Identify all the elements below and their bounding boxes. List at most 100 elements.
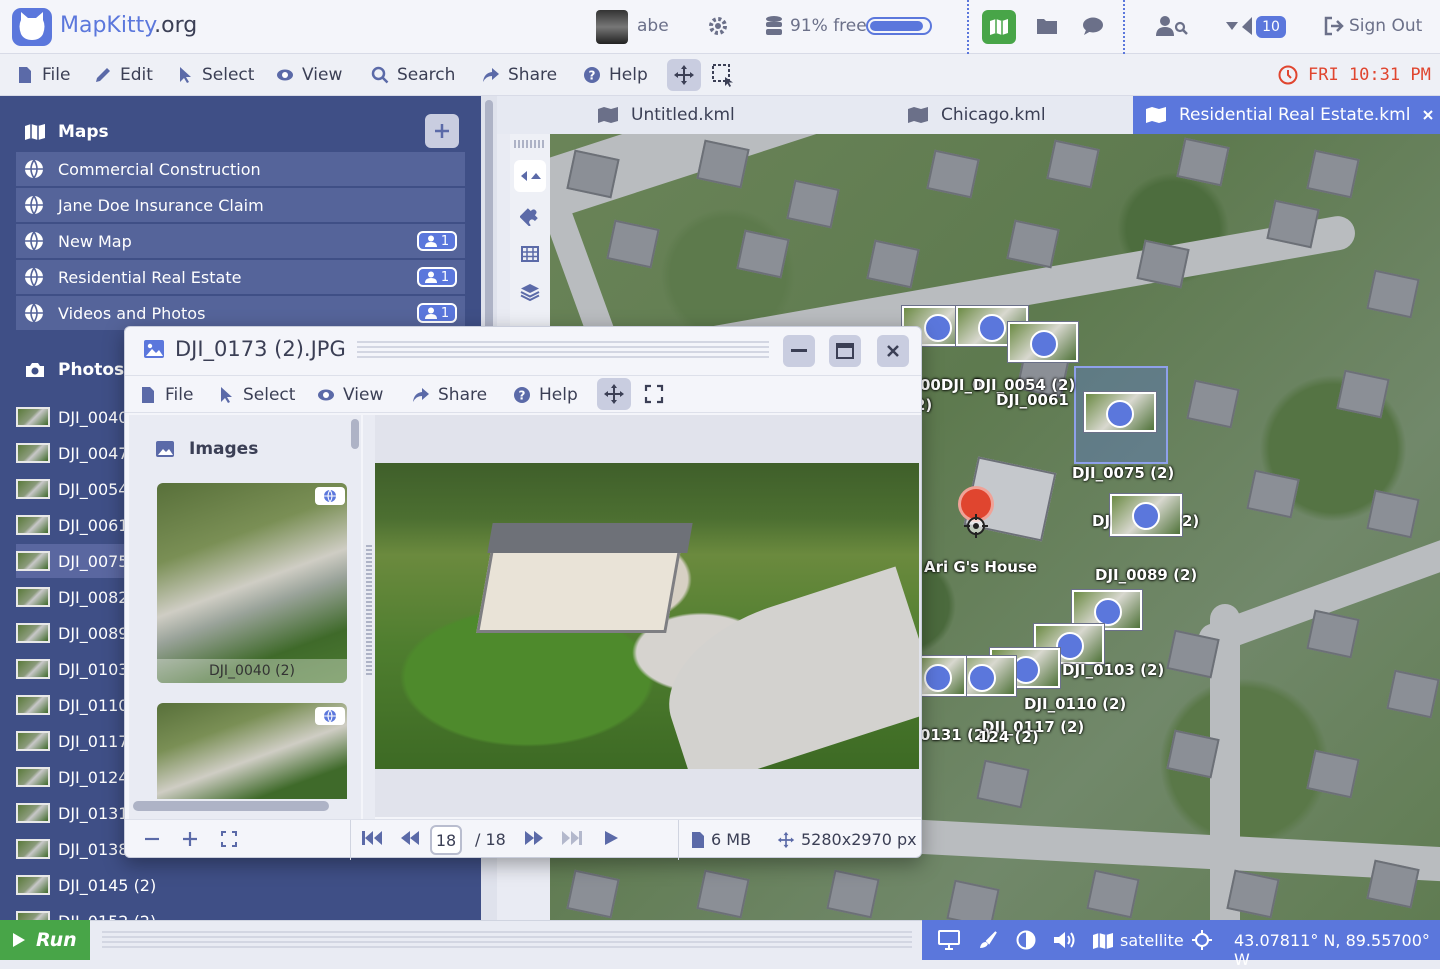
photo-marker-selected[interactable]	[1084, 392, 1156, 432]
tab-residential-real-estate[interactable]: Residential Real Estate.kml	[1133, 96, 1440, 134]
pan-tool-button[interactable]	[667, 59, 701, 91]
layers-icon[interactable]	[520, 282, 540, 302]
folder-icon[interactable]	[1036, 16, 1058, 36]
sidebar-scroll-thumb[interactable]	[485, 100, 493, 330]
crosshair-icon[interactable]	[964, 514, 988, 538]
image-dimensions-text: 5280x2970 px	[801, 830, 917, 849]
grid-icon[interactable]	[520, 244, 540, 264]
crosshair-icon[interactable]	[1192, 930, 1212, 950]
cat-logo-icon[interactable]	[12, 8, 52, 46]
globe-icon	[25, 267, 43, 287]
collapse-toggle[interactable]	[514, 160, 546, 192]
window-menu-view[interactable]: View	[317, 384, 383, 406]
maximize-button[interactable]	[829, 335, 861, 367]
sign-out-link[interactable]: Sign Out	[1349, 16, 1422, 36]
notification-count[interactable]: 10	[1256, 16, 1286, 38]
tab-label: Residential Real Estate.kml	[1179, 105, 1411, 125]
house	[976, 759, 1030, 809]
console-drag-grip[interactable]	[102, 931, 912, 951]
image-thumbnail[interactable]: DJI_0040 (2)	[157, 483, 347, 683]
image-thumbnail[interactable]	[157, 703, 347, 799]
sidebar-map-item[interactable]: New Map 1	[16, 224, 465, 258]
menu-edit[interactable]: Edit	[94, 64, 153, 86]
tab-untitled[interactable]: Untitled.kml	[597, 96, 735, 134]
previous-image-button[interactable]	[399, 830, 421, 846]
window-title[interactable]: DJI_0173 (2).JPG	[143, 337, 346, 361]
sidebar-map-item[interactable]: Commercial Construction	[16, 152, 465, 186]
marquee-icon	[712, 64, 733, 87]
window-menu-help[interactable]: ? Help	[513, 384, 578, 406]
marquee-select-button[interactable]	[706, 59, 740, 91]
map-label[interactable]: DJI_0089 (2)	[1095, 566, 1197, 584]
first-image-button[interactable]	[361, 830, 383, 846]
map-label[interactable]: DJI_0110 (2)	[1024, 695, 1126, 713]
tab-label: Chicago.kml	[941, 105, 1046, 125]
run-label: Run	[36, 929, 77, 951]
sidebar-photo-item[interactable]: DJI_0145 (2)	[16, 868, 465, 902]
photo-marker[interactable]	[1110, 494, 1182, 536]
page-number-input[interactable]	[430, 825, 462, 855]
brush-icon[interactable]	[978, 930, 998, 950]
contrast-icon[interactable]	[1016, 930, 1036, 950]
last-image-button[interactable]	[561, 830, 583, 846]
map-label[interactable]: 2)	[1182, 512, 1199, 530]
photo-thumbnail	[16, 515, 50, 535]
window-menu-select[interactable]: Select	[217, 384, 295, 406]
gear-icon[interactable]	[707, 15, 729, 37]
fit-button[interactable]	[220, 830, 238, 848]
image-viewer[interactable]	[375, 415, 921, 817]
images-hscroll-thumb[interactable]	[133, 801, 329, 811]
menu-search[interactable]: Search	[371, 64, 455, 86]
menu-select[interactable]: Select	[176, 64, 254, 86]
map-label[interactable]: DJI_0061	[996, 391, 1069, 409]
drag-handle[interactable]	[514, 140, 546, 148]
puzzle-icon[interactable]	[520, 206, 540, 226]
window-fit-button[interactable]	[637, 378, 671, 410]
basemap-toggle[interactable]: satellite	[1092, 931, 1184, 950]
run-button[interactable]: Run	[0, 920, 90, 960]
minimize-button[interactable]	[783, 335, 815, 367]
close-icon[interactable]	[1422, 109, 1434, 121]
map-icon	[25, 124, 45, 140]
window-pan-button[interactable]	[597, 378, 631, 410]
chevron-down-icon[interactable]	[1226, 22, 1238, 30]
window-menu-file[interactable]: File	[139, 384, 193, 406]
house	[1186, 379, 1240, 429]
menu-share[interactable]: Share	[482, 64, 557, 86]
brand-name[interactable]: MapKitty.org	[60, 13, 197, 38]
menu-help[interactable]: ? Help	[583, 64, 648, 86]
volume-icon[interactable]	[1052, 930, 1078, 950]
close-window-button[interactable]	[877, 335, 909, 367]
next-image-button[interactable]	[523, 830, 545, 846]
photo-marker[interactable]	[1008, 322, 1078, 362]
photo-thumbnail	[16, 731, 50, 751]
play-button[interactable]	[603, 830, 619, 846]
avatar[interactable]	[596, 10, 628, 44]
aerial-photo[interactable]	[375, 463, 919, 769]
menu-view[interactable]: View	[276, 64, 342, 86]
username[interactable]: abe	[637, 16, 669, 36]
images-scroll-thumb[interactable]	[351, 419, 359, 449]
tab-chicago[interactable]: Chicago.kml	[907, 96, 1046, 134]
map-label[interactable]: DJ	[1092, 512, 1110, 530]
window-menu-share[interactable]: Share	[412, 384, 487, 406]
map-label[interactable]: Ari G's House	[924, 558, 1037, 576]
zoom-out-button[interactable]	[143, 830, 161, 848]
menu-file[interactable]: File	[16, 64, 70, 86]
user-search-icon[interactable]	[1155, 14, 1189, 38]
sidebar-map-item[interactable]: Jane Doe Insurance Claim	[16, 188, 465, 222]
map-label[interactable]: DJI_0075 (2)	[1072, 464, 1174, 482]
chat-icon[interactable]	[1082, 16, 1104, 36]
monitor-icon[interactable]	[938, 930, 960, 950]
map-view-icon[interactable]	[982, 10, 1016, 44]
map-label[interactable]: DJI_0103 (2)	[1062, 661, 1164, 679]
house	[696, 869, 750, 919]
sidebar-map-item[interactable]: Residential Real Estate 1	[16, 260, 465, 294]
sign-out-icon[interactable]	[1324, 16, 1344, 36]
map-label[interactable]: 124 (2)	[978, 728, 1039, 746]
sidebar-map-item[interactable]: Videos and Photos 1	[16, 296, 465, 330]
add-map-button[interactable]	[425, 114, 459, 148]
window-drag-grip[interactable]	[357, 341, 769, 361]
panel-resizer[interactable]	[363, 415, 375, 819]
zoom-in-button[interactable]	[181, 830, 199, 848]
